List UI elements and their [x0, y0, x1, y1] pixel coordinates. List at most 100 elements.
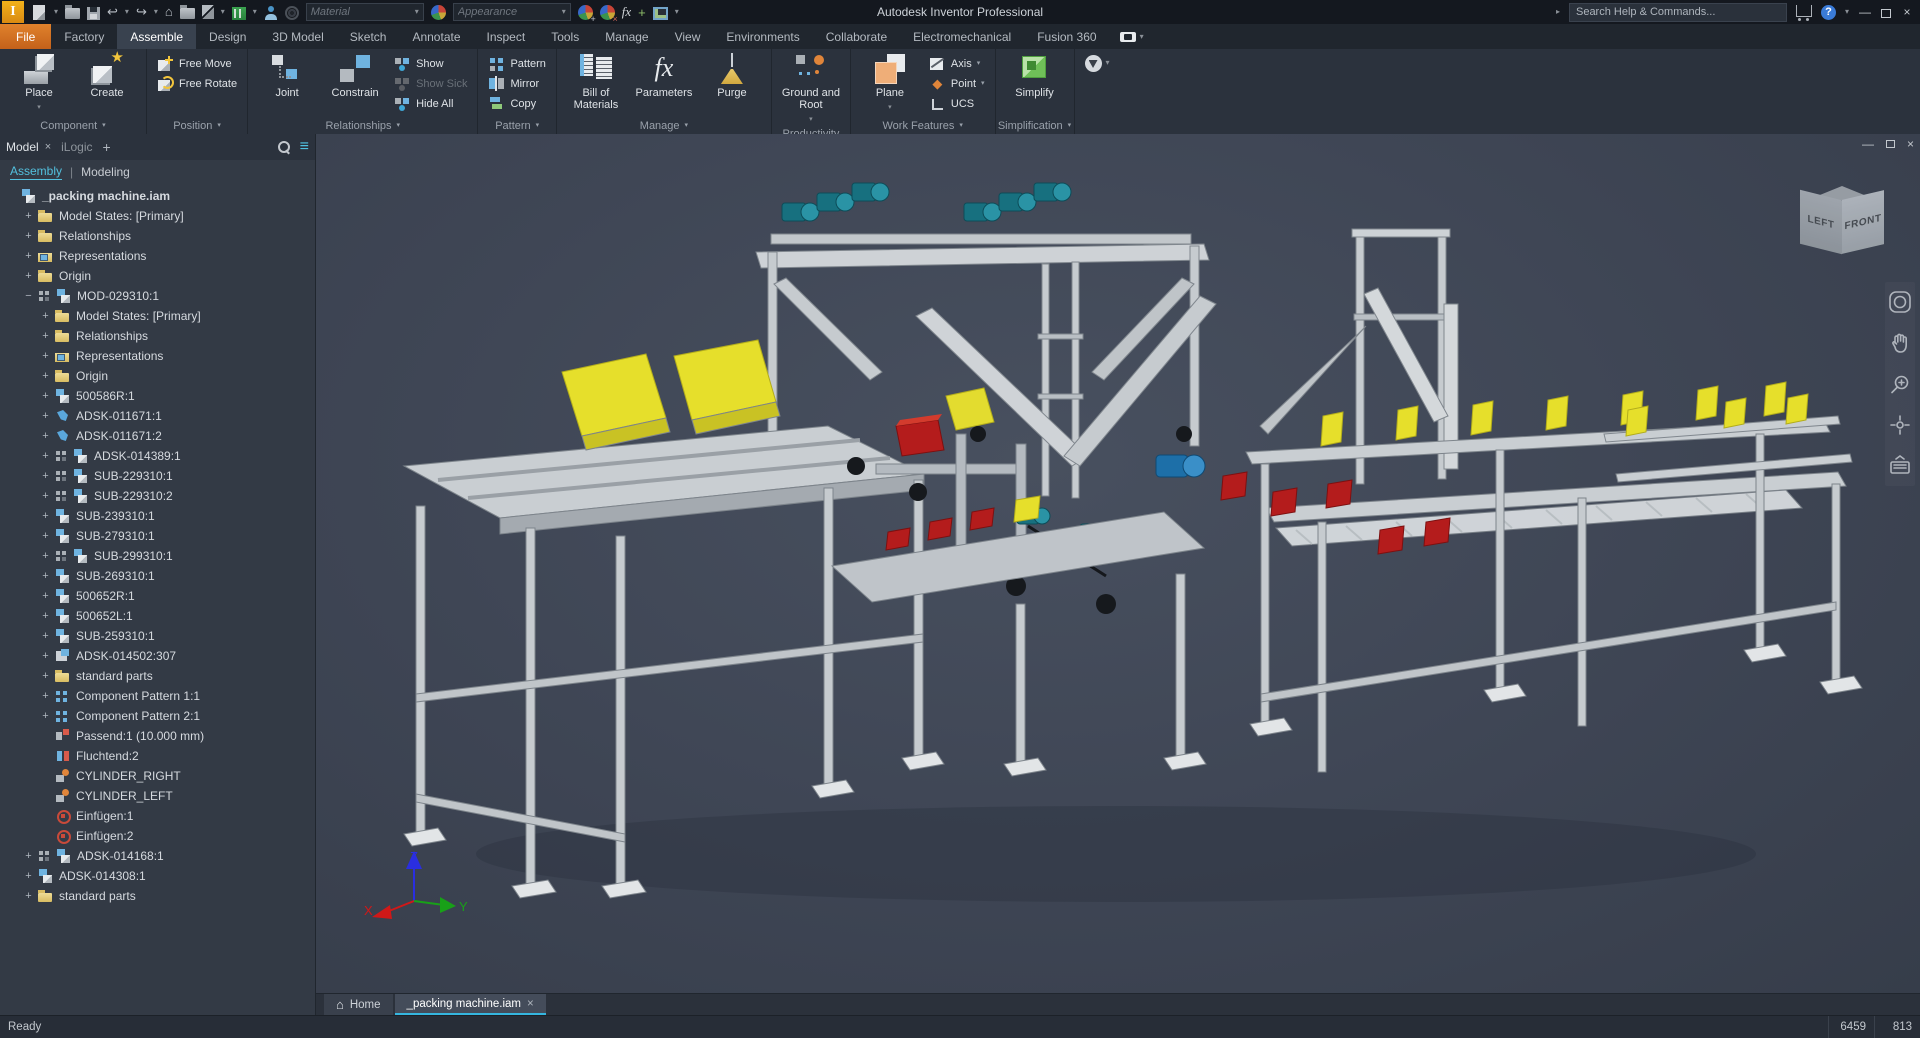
doc-tab-close-icon[interactable]: ×: [527, 998, 534, 1010]
panel-label[interactable]: Component▾: [0, 117, 146, 134]
panel-label[interactable]: Work Features▾: [851, 117, 995, 134]
dropdown-icon[interactable]: ▾: [977, 56, 981, 72]
dropdown-icon[interactable]: ▾: [888, 100, 892, 116]
tree-expander-icon[interactable]: +: [40, 711, 51, 722]
mirror-button[interactable]: Mirror: [484, 74, 549, 93]
help-search-input[interactable]: Search Help & Commands...: [1569, 3, 1787, 22]
bill-of-materials-button[interactable]: Bill of Materials: [563, 52, 629, 111]
tree-expander-icon[interactable]: +: [23, 231, 34, 242]
tree-item-mod-029310-1[interactable]: −MOD-029310:1: [4, 286, 315, 306]
tree-expander-icon[interactable]: +: [40, 631, 51, 642]
tree-expander-icon[interactable]: +: [40, 351, 51, 362]
doc-tab--packing-machine-iam[interactable]: _packing machine.iam×: [395, 994, 546, 1015]
tree-item-einf-gen-2[interactable]: Einfügen:2: [4, 826, 315, 846]
dropdown-icon[interactable]: ▾: [37, 100, 41, 116]
help-icon[interactable]: ?: [1821, 5, 1836, 20]
pattern-button[interactable]: Pattern: [484, 54, 549, 73]
material-combo-dropdown-icon[interactable]: ▾: [415, 4, 419, 20]
doc-restore-icon[interactable]: [1886, 140, 1895, 148]
tree-item-model-states-primary-[interactable]: +Model States: [Primary]: [4, 206, 315, 226]
doc-minimize-icon[interactable]: —: [1862, 137, 1874, 151]
tree-expander-icon[interactable]: +: [40, 311, 51, 322]
tree-item-sub-269310-1[interactable]: +SUB-269310:1: [4, 566, 315, 586]
undo-dropdown-icon[interactable]: ▾: [125, 4, 129, 20]
tree-expander-icon[interactable]: +: [23, 871, 34, 882]
redo-icon[interactable]: ↪: [136, 4, 147, 20]
zoom-icon[interactable]: [1888, 372, 1912, 396]
clear-appearance-icon[interactable]: [600, 5, 615, 20]
tree-expander-icon[interactable]: +: [40, 511, 51, 522]
ground-and-root-button[interactable]: Ground and Root▾: [778, 52, 844, 128]
tree-item-500652l-1[interactable]: +500652L:1: [4, 606, 315, 626]
new-file-icon[interactable]: [33, 5, 45, 20]
qat-customize-dropdown-icon[interactable]: ▾: [675, 4, 679, 20]
tree-item-adsk-014502-307[interactable]: +ADSK-014502:307: [4, 646, 315, 666]
save-icon[interactable]: [87, 7, 100, 20]
3d-viewport[interactable]: — ×: [316, 134, 1920, 993]
add-qat-icon[interactable]: +: [638, 5, 646, 20]
browser-menu-icon[interactable]: ≡: [300, 141, 309, 153]
purge-button[interactable]: Purge: [699, 52, 765, 99]
tree-expander-icon[interactable]: +: [40, 471, 51, 482]
axis-button[interactable]: Axis▾: [925, 54, 989, 73]
appearance-combo-dropdown-icon[interactable]: ▾: [562, 4, 566, 20]
tree-expander-icon[interactable]: +: [40, 591, 51, 602]
ribbon-tab-file[interactable]: File: [0, 24, 51, 49]
presence-icon[interactable]: [264, 6, 278, 20]
tree-expander-icon[interactable]: +: [40, 611, 51, 622]
doc-close-icon[interactable]: ×: [1907, 137, 1914, 151]
tree-item-representations[interactable]: +Representations: [4, 346, 315, 366]
constrain-button[interactable]: Constrain: [322, 52, 388, 99]
color-wheel-icon[interactable]: [431, 5, 446, 20]
switch-window-icon[interactable]: [653, 7, 668, 20]
measure-dropdown-icon[interactable]: ▾: [253, 4, 257, 20]
mode-assembly[interactable]: Assembly: [10, 164, 62, 180]
tree-expander-icon[interactable]: +: [40, 431, 51, 442]
ribbon-tab-electromechanical[interactable]: Electromechanical: [900, 24, 1024, 49]
navigation-wheel-icon[interactable]: [1888, 290, 1912, 314]
tree-item-relationships[interactable]: +Relationships: [4, 326, 315, 346]
simplify-button[interactable]: Simplify: [1002, 52, 1068, 99]
tree-item-fluchtend-2[interactable]: Fluchtend:2: [4, 746, 315, 766]
browser-add-tab-button[interactable]: +: [102, 139, 110, 155]
ribbon-tab-fusion-360[interactable]: Fusion 360: [1024, 24, 1109, 49]
parameters-button[interactable]: fxParameters: [631, 52, 697, 99]
tree-expander-icon[interactable]: +: [40, 671, 51, 682]
tree-expander-icon[interactable]: +: [40, 551, 51, 562]
tree-expander-icon[interactable]: −: [23, 291, 34, 302]
tree-item-500652r-1[interactable]: +500652R:1: [4, 586, 315, 606]
parameters-qat-icon[interactable]: fx: [622, 4, 631, 20]
mode-modeling[interactable]: Modeling: [81, 165, 130, 179]
machine-3d-model[interactable]: [316, 134, 1920, 993]
tree-item-origin[interactable]: +Origin: [4, 366, 315, 386]
store-cart-icon[interactable]: [1796, 5, 1812, 17]
inventor-logo-icon[interactable]: I: [2, 1, 24, 23]
browser-tab-ilogic[interactable]: iLogic: [61, 140, 92, 154]
tree-item-adsk-014389-1[interactable]: +ADSK-014389:1: [4, 446, 315, 466]
panel-label[interactable]: Pattern▾: [478, 117, 555, 134]
ribbon-tab-3d-model[interactable]: 3D Model: [259, 24, 336, 49]
viewcube-left-face[interactable]: LEFT: [1800, 190, 1842, 254]
tree-expander-icon[interactable]: +: [23, 211, 34, 222]
tree-item-model-states-primary-[interactable]: +Model States: [Primary]: [4, 306, 315, 326]
tree-expander-icon[interactable]: +: [40, 331, 51, 342]
viewcube[interactable]: LEFT FRONT: [1794, 186, 1890, 264]
panel-label[interactable]: Manage▾: [557, 117, 771, 134]
ribbon-tab-view[interactable]: View: [662, 24, 714, 49]
tree-expander-icon[interactable]: +: [40, 531, 51, 542]
tree-expander-icon[interactable]: +: [40, 411, 51, 422]
marking-menu-dropdown-icon[interactable]: ▾: [1106, 55, 1110, 71]
dropdown-icon[interactable]: ▾: [981, 76, 985, 92]
tree-item-adsk-011671-1[interactable]: +ADSK-011671:1: [4, 406, 315, 426]
home-view-icon[interactable]: ⌂: [165, 4, 173, 20]
tree-expander-icon[interactable]: +: [23, 251, 34, 262]
window-close-button[interactable]: ×: [1900, 5, 1914, 19]
new-file-dropdown-icon[interactable]: ▾: [54, 4, 58, 20]
ribbon-tab-design[interactable]: Design: [196, 24, 259, 49]
tree-expander-icon[interactable]: +: [40, 691, 51, 702]
redo-dropdown-icon[interactable]: ▾: [154, 4, 158, 20]
browser-search-icon[interactable]: [278, 141, 290, 153]
tree-expander-icon[interactable]: +: [40, 651, 51, 662]
ribbon-tab-inspect[interactable]: Inspect: [474, 24, 539, 49]
adjust-add-icon[interactable]: [578, 5, 593, 20]
